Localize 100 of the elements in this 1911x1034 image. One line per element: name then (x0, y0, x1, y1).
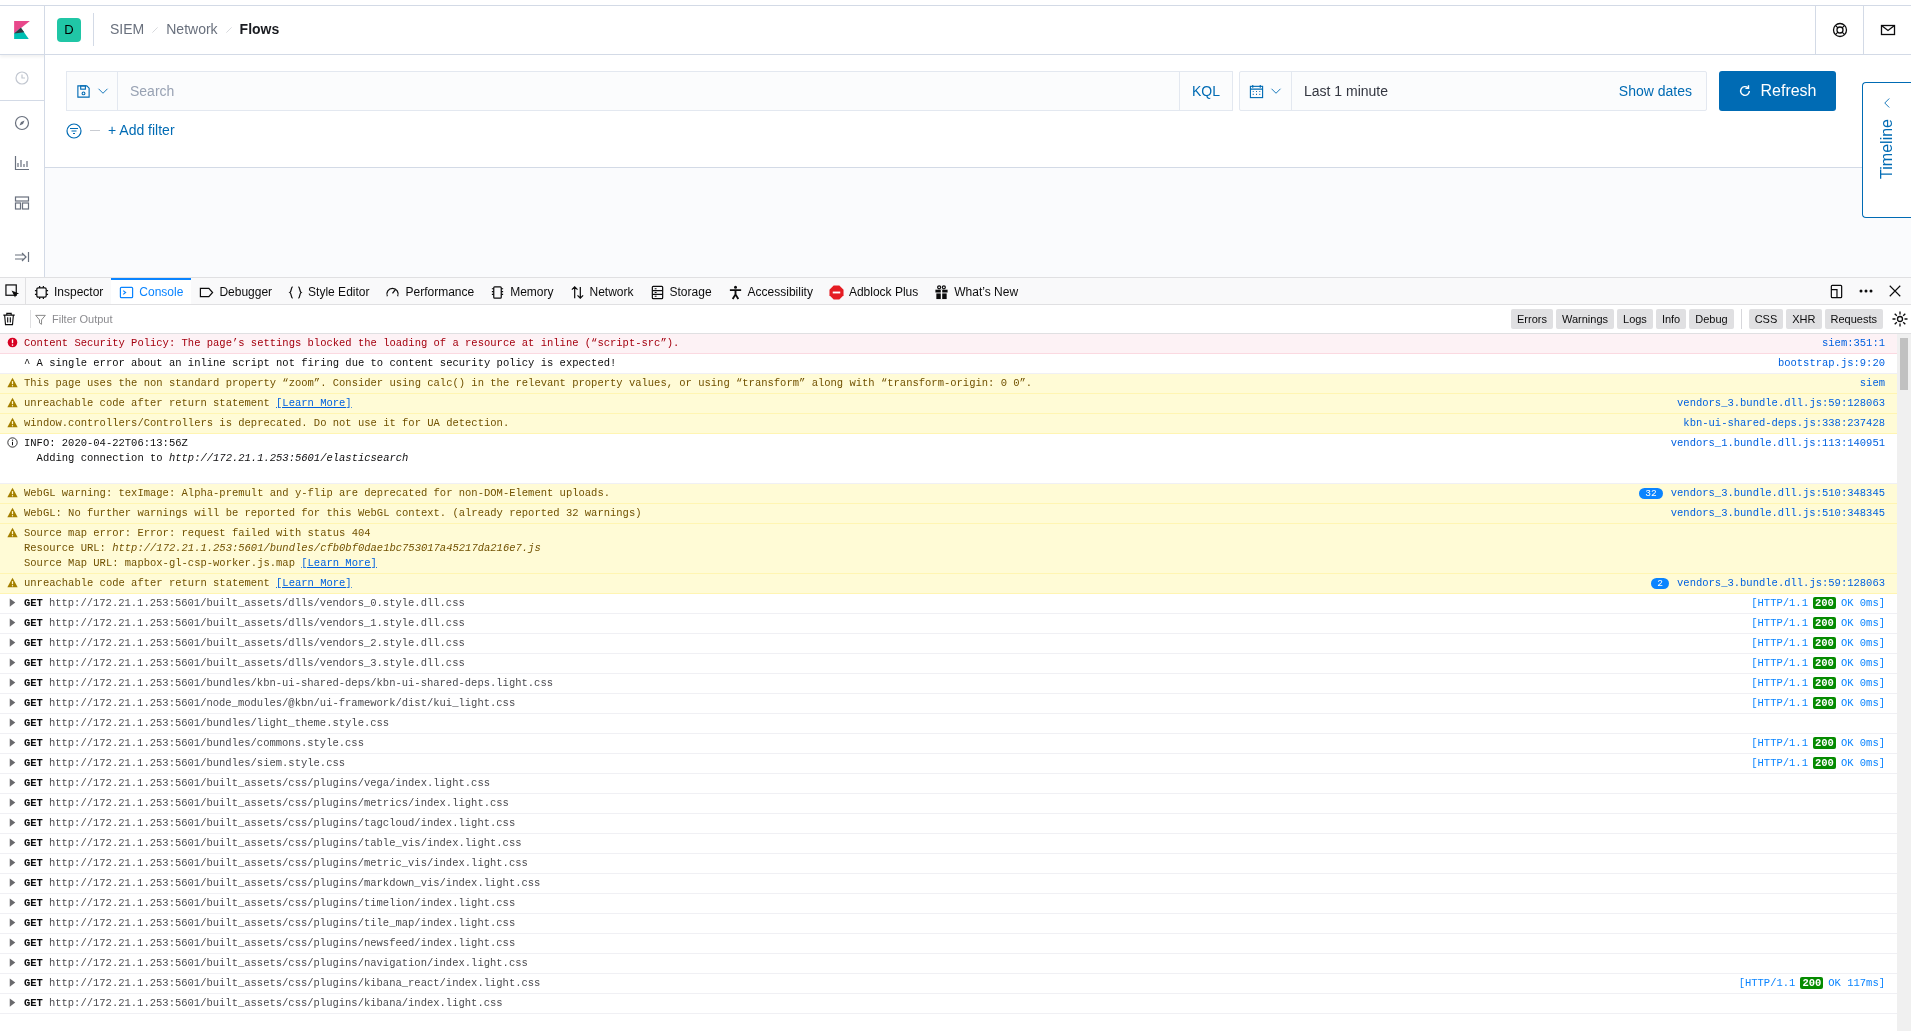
status-code: 200 (1813, 597, 1836, 609)
filter-output-field[interactable]: Filter Output (50, 309, 250, 329)
source-link[interactable]: vendors_3.bundle.dll.js:510:348345 (1670, 506, 1885, 521)
request-url[interactable]: http://172.21.1.253:5601/built_assets/css/plugins/metric_vis/index.light.css (48, 857, 528, 869)
request-url[interactable]: http://172.21.1.253:5601/built_assets/css/plugins/navigation/index.light.css (48, 957, 528, 969)
filter-toggle[interactable]: CSS (1748, 308, 1784, 330)
space-avatar[interactable]: D (57, 17, 81, 42)
message-text: window.controllers/Controllers is deprecated. Do not use it for UA detection. (24, 416, 511, 431)
breadcrumb[interactable]: SIEM (110, 19, 145, 40)
memory-icon (490, 284, 506, 300)
request-method: GET (24, 677, 43, 689)
filter-toggle[interactable]: Debug (1689, 308, 1734, 330)
dock-icon (1829, 283, 1844, 299)
filter-icon[interactable] (66, 122, 82, 139)
devtools-tab[interactable]: Console (111, 278, 192, 304)
source-link[interactable]: kbn-ui-shared-deps.js:338:237428 (1683, 416, 1885, 431)
request-url[interactable]: http://172.21.1.253:5601/built_assets/css/plugins/vega/index.light.css (48, 777, 490, 789)
time-range[interactable]: Last 1 minute (1292, 72, 1605, 110)
request-url[interactable]: http://172.21.1.253:5601/built_assets/css/plugins/markdown_vis/index.light.css (48, 877, 541, 889)
learn-more-link[interactable]: [Learn More] (276, 577, 352, 589)
request-method: GET (24, 857, 43, 869)
warning-icon (6, 397, 18, 408)
request-url[interactable]: http://172.21.1.253:5601/built_assets/dlls/vendors_3.style.dll.css (48, 657, 465, 669)
braces-icon (288, 284, 304, 300)
repeat-count: 32 (1639, 488, 1663, 499)
request-method: GET (24, 917, 43, 929)
info-icon (6, 437, 18, 448)
devtools-tab[interactable]: Memory (482, 278, 562, 304)
source-link[interactable]: siem:351:1 (1822, 336, 1885, 351)
refresh-icon (1738, 84, 1753, 98)
message-text: This page uses the non standard property “zoom”. Consider using calc() in the relevant property values, or using “transform” along with “transform-origin: 0 0”. (24, 376, 1034, 391)
request-url[interactable]: http://172.21.1.253:5601/built_assets/css/plugins/kibana_react/index.light.css (48, 977, 541, 989)
http-protocol: [HTTP/1.1 (1751, 697, 1808, 709)
devtools-tab[interactable]: Adblock Plus (820, 278, 927, 304)
filter-toggle[interactable]: XHR (1786, 308, 1822, 330)
request-url[interactable]: http://172.21.1.253:5601/node_modules/@kbn/ui-framework/dist/kui_light.css (48, 697, 516, 709)
request-url[interactable]: http://172.21.1.253:5601/bundles/siem.style.css (48, 757, 346, 769)
filter-toggle[interactable]: Requests (1824, 308, 1883, 330)
arrows-up-down-icon (569, 284, 585, 300)
message-text: WebGL warning: texImage: Alpha-premult and y-flip are deprecated for non-DOM-Element uploads. (24, 486, 611, 501)
storage-icon (649, 284, 665, 300)
warning-icon (6, 487, 18, 498)
breadcrumb[interactable]: Network (166, 19, 218, 40)
message-text: Source map error: Error: request failed with status 404 (24, 526, 372, 541)
search-field[interactable]: Search (118, 71, 1179, 111)
filter-toggle[interactable]: Errors (1511, 308, 1553, 330)
http-protocol: [HTTP/1.1 (1738, 977, 1796, 989)
message-text: INFO: 2020-04-22T06:13:56Z (24, 436, 189, 451)
request-method: GET (24, 897, 43, 909)
request-url[interactable]: http://172.21.1.253:5601/built_assets/css/plugins/tagcloud/index.light.css (48, 817, 516, 829)
devtools-tab[interactable]: Accessibility (719, 278, 821, 304)
request-method: GET (24, 657, 43, 669)
learn-more-link[interactable]: [Learn More] (276, 397, 352, 409)
source-link[interactable]: bootstrap.js:9:20 (1777, 356, 1885, 371)
status-text: OK 0ms] (1840, 637, 1885, 649)
request-url[interactable]: http://172.21.1.253:5601/built_assets/dlls/vendors_0.style.dll.css (48, 597, 465, 609)
filter-toggle[interactable]: Info (1655, 308, 1687, 330)
request-method: GET (24, 637, 43, 649)
timeline-tab[interactable]: Timeline (1862, 82, 1911, 218)
refresh-button[interactable]: Refresh (1719, 71, 1836, 111)
filter-toggle[interactable]: Logs (1617, 308, 1653, 330)
trash-icon (2, 312, 16, 326)
request-url[interactable]: http://172.21.1.253:5601/built_assets/css/plugins/tile_map/index.light.css (48, 917, 516, 929)
devtools-tab[interactable]: Storage (641, 278, 720, 304)
request-url[interactable]: http://172.21.1.253:5601/built_assets/css/plugins/newsfeed/index.light.css (48, 937, 516, 949)
add-filter-button[interactable]: + Add filter (108, 120, 175, 141)
language-button[interactable]: KQL (1179, 71, 1233, 111)
request-url[interactable]: http://172.21.1.253:5601/built_assets/css/plugins/table_vis/index.light.css (48, 837, 522, 849)
request-url[interactable]: http://172.21.1.253:5601/bundles/light_theme.style.css (48, 717, 390, 729)
devtools-tab[interactable]: What’s New (926, 278, 1027, 304)
calendar-icon (1249, 83, 1264, 99)
learn-more-link[interactable]: [Learn More] (301, 557, 377, 569)
request-method: GET (24, 757, 43, 769)
devtools-tab[interactable]: Debugger (191, 278, 281, 304)
devtools-tab[interactable]: Style Editor (280, 278, 378, 304)
devtools-tab[interactable]: Performance (377, 278, 483, 304)
request-url[interactable]: http://172.21.1.253:5601/built_assets/dlls/vendors_1.style.dll.css (48, 617, 465, 629)
source-link[interactable]: vendors_1.bundle.dll.js:113:140951 (1670, 436, 1885, 451)
source-link[interactable]: vendors_3.bundle.dll.js:510:348345 (1670, 486, 1885, 501)
request-url[interactable]: http://172.21.1.253:5601/built_assets/css/plugins/kibana/index.light.css (48, 997, 503, 1009)
error-icon (6, 337, 18, 348)
save-icon (75, 83, 91, 99)
devtools-tab[interactable]: Inspector (26, 278, 112, 304)
source-link[interactable]: siem (1859, 376, 1885, 391)
source-link[interactable]: vendors_3.bundle.dll.js:59:128063 (1677, 576, 1885, 591)
request-url[interactable]: http://172.21.1.253:5601/bundles/commons.style.css (48, 737, 364, 749)
saved-query-button[interactable] (66, 71, 118, 111)
source-link[interactable]: vendors_3.bundle.dll.js:59:128063 (1677, 396, 1885, 411)
repeat-count: 2 (1651, 578, 1670, 589)
request-url[interactable]: http://172.21.1.253:5601/built_assets/dlls/vendors_2.style.dll.css (48, 637, 465, 649)
request-url[interactable]: http://172.21.1.253:5601/built_assets/css/plugins/timelion/index.light.css (48, 897, 516, 909)
filter-toggle[interactable]: Warnings (1555, 308, 1614, 330)
devtools-tab[interactable]: Network (561, 278, 642, 304)
http-protocol: [HTTP/1.1 (1751, 657, 1808, 669)
status-code: 200 (1813, 697, 1836, 709)
request-url[interactable]: http://172.21.1.253:5601/bundles/kbn-ui-shared-deps/kbn-ui-shared-deps.light.css (48, 677, 553, 689)
request-method: GET (24, 797, 43, 809)
request-url[interactable]: http://172.21.1.253:5601/built_assets/css/plugins/metrics/index.light.css (48, 797, 509, 809)
show-dates-button[interactable]: Show dates (1604, 72, 1706, 110)
scrollbar[interactable] (1897, 334, 1911, 1031)
